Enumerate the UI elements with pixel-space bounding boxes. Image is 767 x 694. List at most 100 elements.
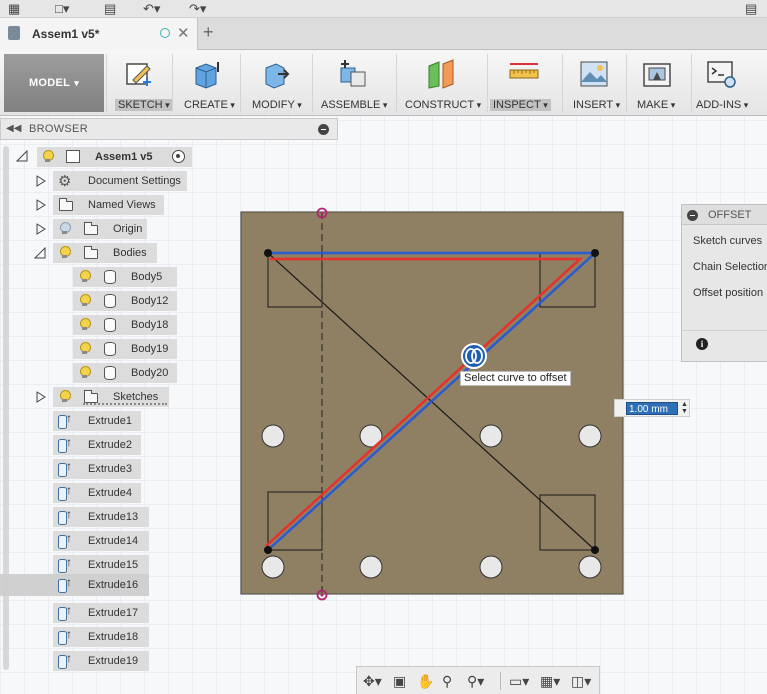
body-icon	[104, 270, 116, 284]
tree-node-label: Body12	[131, 295, 169, 307]
sketch-curves-label[interactable]: Sketch curves	[693, 235, 762, 247]
vertex[interactable]	[264, 249, 272, 257]
hole[interactable]	[578, 424, 602, 448]
vertex[interactable]	[264, 546, 272, 554]
visibility-bulb-icon[interactable]	[79, 318, 91, 331]
plate-highlight	[241, 212, 623, 594]
extrude-icon	[58, 651, 74, 669]
expand-triangle-icon[interactable]	[16, 150, 28, 162]
divider	[682, 330, 767, 331]
tree-node-label: Extrude18	[88, 631, 139, 643]
tree-node-label: Extrude14	[88, 535, 139, 547]
tree-node-sketches[interactable]: Sketches	[53, 387, 169, 407]
extrude-icon	[58, 483, 74, 501]
tree-node-label: Body19	[131, 343, 169, 355]
viewports-icon[interactable]: ◫▾	[571, 672, 591, 690]
look-at-icon[interactable]: ▣	[393, 672, 406, 690]
tree-node-label: Document Settings	[88, 175, 181, 187]
tree-node-feature[interactable]: Extrude3	[53, 459, 141, 479]
tree-node-body[interactable]: Body20	[73, 363, 177, 383]
hole[interactable]	[578, 555, 602, 579]
visibility-bulb-icon[interactable]	[42, 150, 54, 163]
tree-node-feature[interactable]: Extrude2	[53, 435, 141, 455]
tree-node-label: Extrude13	[88, 511, 139, 523]
minimize-dialog-icon[interactable]	[687, 210, 698, 221]
tree-node-feature[interactable]: Extrude14	[53, 531, 149, 551]
expand-triangle-icon[interactable]	[36, 199, 46, 211]
offset-distance-value[interactable]: 1.00 mm	[626, 402, 678, 415]
collapse-browser-icon[interactable]: ◀◀	[6, 123, 21, 134]
tree-node-body[interactable]: Body5	[73, 267, 177, 287]
pan-icon[interactable]: ✋	[417, 672, 434, 690]
visibility-bulb-icon[interactable]	[59, 246, 71, 259]
tree-node-feature[interactable]: Extrude4	[53, 483, 141, 503]
extrude-icon	[58, 435, 74, 453]
tree-node-feature[interactable]: Extrude17	[53, 603, 149, 623]
tree-node-label: Sketches	[113, 391, 159, 403]
tree-node-label: Named Views	[88, 199, 156, 211]
minimize-browser-icon[interactable]	[318, 124, 329, 135]
vertex[interactable]	[591, 546, 599, 554]
expand-triangle-icon[interactable]	[36, 223, 46, 235]
tree-node-bodies[interactable]: Bodies	[53, 243, 157, 263]
tree-node-label: Extrude3	[88, 463, 133, 475]
extrude-icon	[58, 531, 74, 549]
hole[interactable]	[479, 555, 503, 579]
chain-selection-label[interactable]: Chain Selection	[693, 261, 767, 273]
zoom-icon[interactable]: ⚲	[442, 672, 452, 690]
tree-node-label: Extrude4	[88, 487, 133, 499]
browser-title: BROWSER	[29, 123, 88, 135]
display-settings-icon[interactable]: ▭▾	[509, 672, 529, 690]
zoom-window-icon[interactable]: ⚲▾	[467, 672, 484, 690]
orbit-icon[interactable]: ✥▾	[363, 672, 382, 690]
cursor-tooltip: Select curve to offset	[460, 371, 571, 386]
tree-node-named-views[interactable]: Named Views	[53, 195, 164, 215]
tree-node-body[interactable]: Body19	[73, 339, 177, 359]
body-icon	[104, 366, 116, 380]
hole[interactable]	[359, 555, 383, 579]
offset-dialog: OFFSET Sketch curves Chain Selection Off…	[681, 204, 767, 362]
tree-node-feature-hovered[interactable]: Extrude16	[0, 574, 149, 596]
tree-node-feature[interactable]: Extrude1	[53, 411, 141, 431]
extrude-icon	[58, 507, 74, 525]
tree-node-root[interactable]: Assem1 v5	[37, 147, 192, 167]
vertex[interactable]	[591, 249, 599, 257]
browser-panel-header: ◀◀ BROWSER	[0, 118, 338, 140]
folder-icon	[84, 246, 98, 259]
spinner-icon[interactable]: ▲ ▼	[680, 401, 689, 416]
grid-settings-icon[interactable]: ▦▾	[540, 672, 560, 690]
visibility-bulb-icon[interactable]	[79, 366, 91, 379]
tree-node-label: Body18	[131, 319, 169, 331]
expand-triangle-icon[interactable]	[36, 175, 46, 187]
tree-node-body[interactable]: Body18	[73, 315, 177, 335]
tree-node-label: Origin	[113, 223, 143, 235]
info-icon[interactable]: i	[696, 338, 708, 350]
tree-node-feature[interactable]: Extrude19	[53, 651, 149, 671]
collapse-triangle-icon[interactable]	[34, 247, 46, 259]
hole[interactable]	[261, 424, 285, 448]
tree-node-origin[interactable]: Origin	[53, 219, 147, 239]
expand-triangle-icon[interactable]	[36, 391, 46, 403]
visibility-bulb-icon[interactable]	[79, 294, 91, 307]
gear-icon: ⚙	[58, 173, 72, 190]
tree-node-label: Body20	[131, 367, 169, 379]
tree-node-label: Body5	[131, 271, 163, 283]
tree-node-label: Assem1 v5	[95, 151, 153, 163]
offset-position-label[interactable]: Offset position	[693, 287, 763, 299]
offset-distance-input[interactable]: ⋮ 1.00 mm ▲ ▼	[606, 399, 690, 417]
tree-node-body[interactable]: Body12	[73, 291, 177, 311]
extrude-icon	[58, 411, 74, 429]
tree-node-feature[interactable]: Extrude15	[53, 555, 149, 575]
tree-node-document-settings[interactable]: ⚙ Document Settings	[53, 171, 187, 191]
visibility-bulb-icon[interactable]	[59, 222, 71, 235]
activate-component-icon[interactable]	[172, 150, 185, 163]
drag-handle-icon[interactable]: ⋮	[606, 400, 615, 411]
extrude-icon	[58, 555, 74, 573]
visibility-bulb-icon[interactable]	[79, 270, 91, 283]
visibility-bulb-icon[interactable]	[79, 342, 91, 355]
hole[interactable]	[479, 424, 503, 448]
visibility-bulb-icon[interactable]	[59, 390, 71, 403]
tree-node-feature[interactable]: Extrude18	[53, 627, 149, 647]
hole[interactable]	[261, 555, 285, 579]
tree-node-feature[interactable]: Extrude13	[53, 507, 149, 527]
